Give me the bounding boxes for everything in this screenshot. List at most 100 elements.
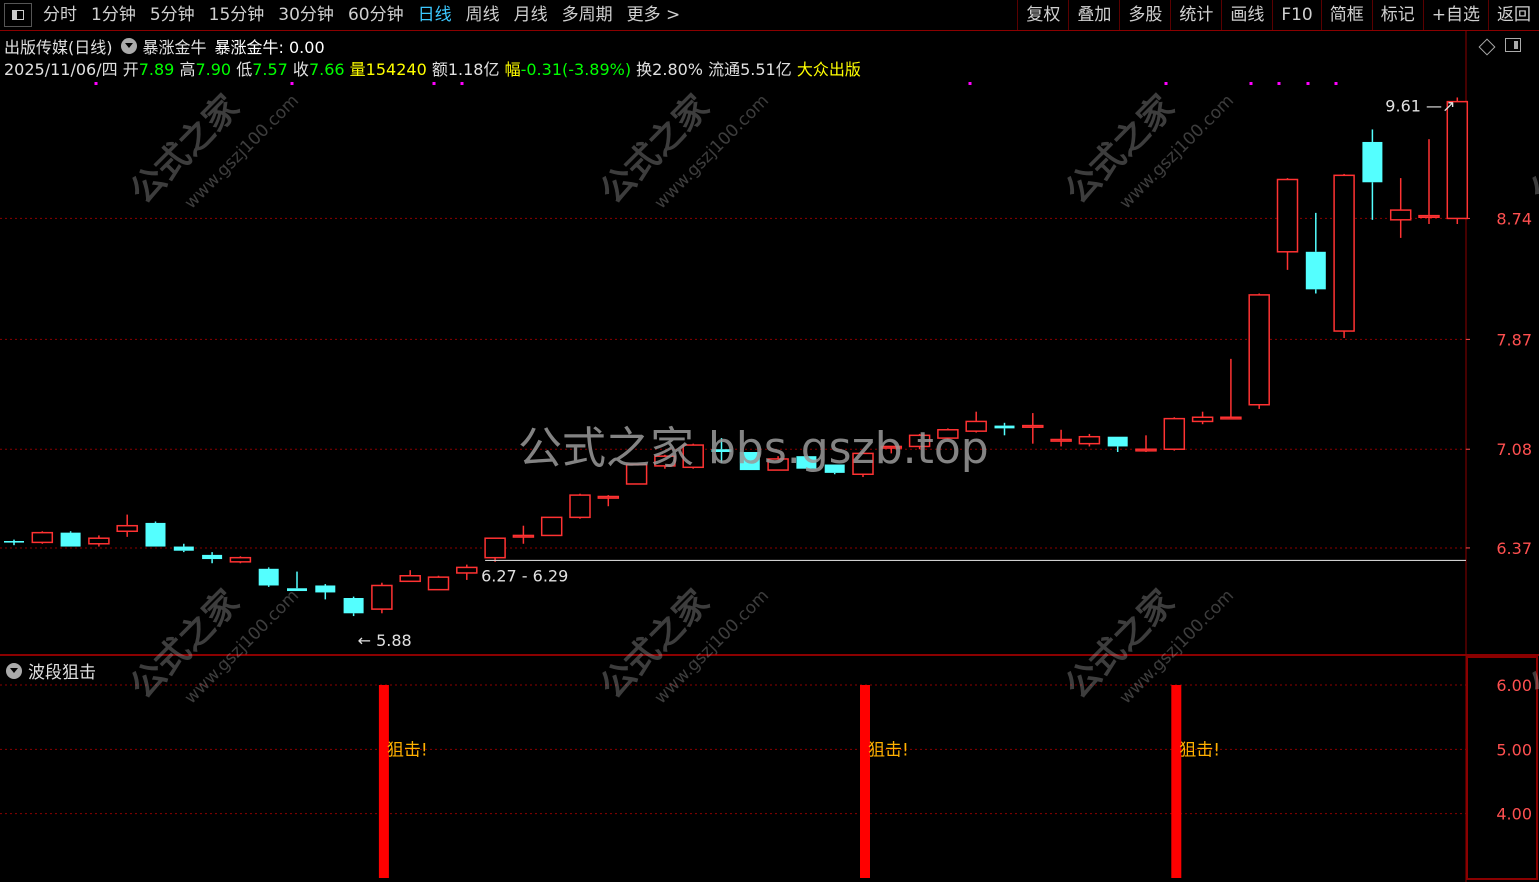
tool-button-3[interactable]: 统计 (1170, 0, 1221, 30)
candle-body (60, 532, 81, 547)
indicator-value: 暴涨金牛: 0.00 (214, 38, 325, 57)
tool-button-8[interactable]: +自选 (1422, 0, 1488, 30)
watermark-cn: 公式之家 (123, 582, 247, 706)
candle (456, 564, 478, 580)
tool-button-7[interactable]: 标记 (1371, 0, 1423, 30)
candle-body (202, 554, 223, 560)
tool-button-0[interactable]: 复权 (1017, 0, 1068, 30)
candle-body (1135, 448, 1157, 452)
sub-tick-label: 5.00 (1496, 740, 1532, 759)
volume-label: 量 (349, 60, 366, 79)
tool-button-9[interactable]: 返回 (1488, 0, 1539, 30)
watermark-cn: 公式之家 (1523, 582, 1539, 706)
period-tab-4[interactable]: 30分钟 (271, 0, 341, 30)
tool-button-2[interactable]: 多股 (1119, 0, 1170, 30)
sub-indicator-name[interactable]: 波段狙击 (28, 658, 96, 683)
candle (597, 495, 620, 507)
candle-body (994, 425, 1015, 429)
price-tick-label: 7.08 (1496, 440, 1532, 459)
candle-body (1191, 416, 1214, 423)
period-tab-8[interactable]: 月线 (507, 0, 555, 30)
period-tab-7[interactable]: 周线 (459, 0, 507, 30)
candle (427, 575, 450, 591)
signal-label: 狙击! (1179, 740, 1220, 760)
quote-date: 2025/11/06/四 (4, 60, 118, 79)
period-tab-6[interactable]: 日线 (411, 0, 459, 30)
candle-body (88, 537, 110, 545)
period-tab-2[interactable]: 5分钟 (143, 0, 202, 30)
open-value: 7.89 (138, 60, 175, 79)
candle (399, 570, 421, 583)
period-tab-3[interactable]: 15分钟 (202, 0, 272, 30)
indicator-name[interactable]: 暴涨金牛 (143, 34, 207, 58)
candle (1135, 435, 1157, 453)
watermark-cn: 公式之家 (593, 87, 717, 211)
window-toggle-icon[interactable] (1505, 38, 1521, 52)
low-label: ← 5.88 (358, 631, 412, 650)
candle (1248, 293, 1270, 409)
candle (315, 584, 336, 600)
change-value: -0.31(-3.89%) (520, 60, 632, 79)
candle (1333, 173, 1355, 338)
close-label: 收 (292, 60, 309, 79)
signal-bar (378, 685, 389, 878)
candle-body (512, 534, 535, 538)
sub-axis-frame (1466, 656, 1538, 880)
sub-indicator-dropdown-icon[interactable] (6, 662, 22, 679)
candle (31, 531, 54, 544)
top-marker (1277, 82, 1281, 85)
candle (371, 582, 393, 614)
tool-button-5[interactable]: F10 (1272, 0, 1320, 30)
candle-body (569, 494, 591, 519)
candle (1389, 178, 1412, 238)
high-label: 高 (179, 60, 196, 79)
diagonal-watermark: 公式之家www.gszj100.com (1058, 87, 1238, 213)
candle (1022, 413, 1044, 444)
candle-body (1389, 209, 1412, 221)
tool-button-4[interactable]: 画线 (1221, 0, 1272, 30)
candle (229, 556, 252, 564)
period-tab-10[interactable]: 更多 > (620, 0, 688, 30)
candle (343, 596, 364, 617)
high-label: 9.61 —↗ (1385, 96, 1455, 115)
period-tab-1[interactable]: 1分钟 (84, 0, 143, 30)
candle (540, 516, 563, 537)
diamond-icon[interactable] (1478, 38, 1496, 56)
candle-body (371, 584, 393, 610)
price-tick-label: 7.87 (1496, 330, 1532, 349)
candle (287, 571, 307, 592)
candle-body (31, 531, 54, 544)
period-tab-5[interactable]: 60分钟 (341, 0, 411, 30)
watermark-cn: 公式之家 (1523, 87, 1539, 211)
candle-body (1163, 417, 1186, 450)
candle-body (258, 568, 279, 586)
candle (1220, 358, 1242, 420)
diagonal-watermark: 公式之家www.gszj100.com (1058, 582, 1238, 708)
candle (1276, 178, 1299, 270)
sub-tick-label: 4.00 (1496, 805, 1532, 824)
watermark-url: www.gszj100.com (181, 586, 303, 708)
candle-body (1418, 214, 1440, 218)
signal-bar (1171, 685, 1182, 878)
candle (1163, 417, 1186, 451)
candle (173, 543, 194, 553)
indicator-dropdown-icon[interactable] (120, 38, 137, 54)
candle (258, 567, 279, 587)
diagonal-watermark: 公式之家www.gszj100.com (593, 87, 773, 213)
tool-button-1[interactable]: 叠加 (1068, 0, 1119, 30)
candle (994, 422, 1015, 436)
watermark-cn: 公式之家 (1058, 87, 1182, 211)
sub-panel-title: 波段狙击 (4, 658, 96, 683)
top-marker (432, 82, 436, 85)
signal-bar (860, 685, 870, 878)
period-tab-9[interactable]: 多周期 (555, 0, 620, 30)
candle (116, 514, 138, 537)
watermark-cn: 公式之家 (593, 582, 717, 706)
candle-body (427, 576, 450, 591)
candle (569, 493, 591, 519)
signal-label: 狙击! (387, 740, 428, 760)
candle-body (315, 585, 336, 593)
tool-button-6[interactable]: 简框 (1320, 0, 1372, 30)
menu-icon[interactable] (4, 3, 32, 27)
period-tab-0[interactable]: 分时 (36, 0, 84, 30)
